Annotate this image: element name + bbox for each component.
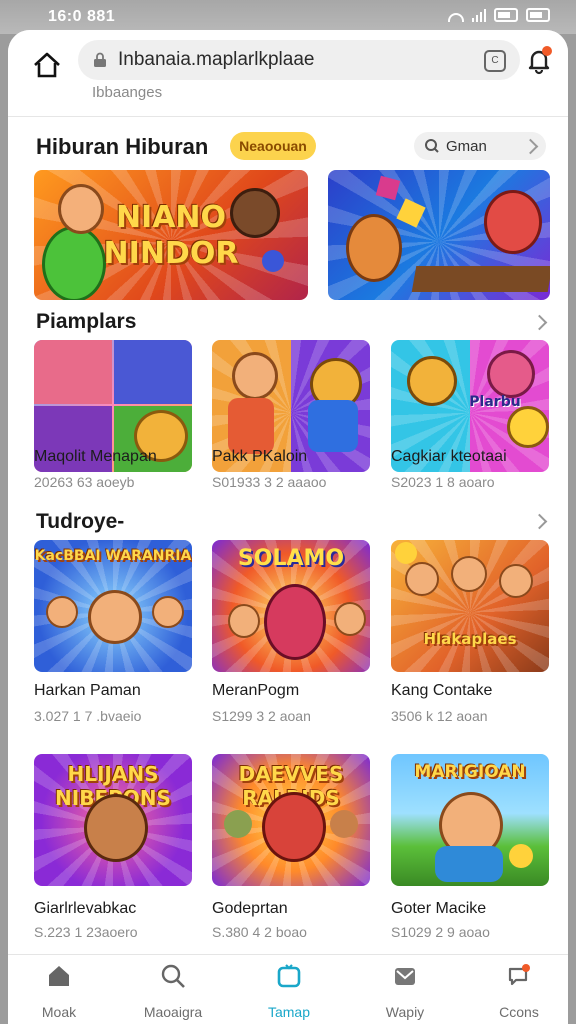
lock-icon <box>94 52 106 67</box>
search-icon <box>161 964 185 988</box>
game-card[interactable]: Hlakaplaes <box>391 540 549 672</box>
nav-label: Ccons <box>499 1004 539 1020</box>
featured-title: Hiburan Hiburan <box>36 134 209 159</box>
game-title: Kang Contake <box>391 682 493 699</box>
nav-search[interactable]: Maoaigra <box>128 963 218 1020</box>
tabs-button[interactable]: C <box>484 50 506 72</box>
character-image <box>484 190 542 254</box>
game-art: DAEVVES RALRIDS <box>212 754 370 886</box>
home-button[interactable] <box>30 48 64 82</box>
game-art: HLIJANS NIBEPONS <box>34 754 192 886</box>
game-logo: KacBBAI WARANRIA <box>34 548 192 564</box>
app-screen: Inbanaia.maplarlkplaae C Ibbaanges Hibur… <box>8 30 568 1024</box>
game-icon <box>277 964 301 988</box>
nav-games[interactable]: Tamap <box>244 963 334 1020</box>
game-meta: 20263 63 aoeyb <box>34 474 135 490</box>
game-logo: Hlakaplaes <box>423 630 517 648</box>
status-time: 16:0 881 <box>48 8 116 25</box>
character-image <box>346 214 402 282</box>
inbox-icon <box>395 968 415 985</box>
game-art: MARIGIOAN <box>391 754 549 886</box>
game-meta: 3.027 1 7 .bvaeio <box>34 708 142 724</box>
nav-label: Wapiy <box>385 1004 425 1020</box>
browser-toolbar: Inbanaia.maplarlkplaae C Ibbaanges <box>8 30 568 117</box>
game-card[interactable]: MARIGIOAN <box>391 754 549 886</box>
game-title: Godeprtan <box>212 900 288 917</box>
game-title: Cagkiar kteotaai <box>391 448 507 465</box>
table-image <box>411 266 550 292</box>
nav-label: Maoaigra <box>143 1004 203 1020</box>
status-bar: 16:0 881 <box>0 0 576 34</box>
game-logo: Plarbu <box>469 394 521 410</box>
nav-chat[interactable]: Ccons <box>474 963 564 1020</box>
game-meta: S1299 3 2 aoan <box>212 708 311 724</box>
featured-banner-2[interactable] <box>328 170 550 300</box>
nav-label: Tamap <box>267 1004 311 1020</box>
chevron-right-icon[interactable] <box>531 513 548 530</box>
game-meta: S.380 4 2 boao <box>212 924 307 940</box>
game-title: Maqolit Menapan <box>34 448 157 465</box>
game-card[interactable]: KacBBAI WARANRIA <box>34 540 192 672</box>
address-subtitle: Ibbaanges <box>92 84 163 101</box>
banner-art <box>328 170 550 300</box>
game-meta: S2023 1 8 aoaro <box>391 474 495 490</box>
game-title: Giarlrlevabkac <box>34 900 137 917</box>
game-title: Harkan Paman <box>34 682 141 699</box>
chevron-right-icon[interactable] <box>531 314 548 331</box>
game-meta: S01933 3 2 aaaoo <box>212 474 327 490</box>
see-all-label: Gman <box>446 137 487 155</box>
featured-banner-1[interactable]: NIANO NINDOR <box>34 170 308 300</box>
game-logo: MARIGIOAN <box>414 762 526 782</box>
battery-status-icon <box>526 8 550 22</box>
banner-art: NIANO NINDOR <box>34 170 308 300</box>
featured-see-all-button[interactable]: Gman <box>414 132 546 160</box>
status-icons <box>448 8 550 22</box>
game-art: Hlakaplaes <box>391 540 549 672</box>
game-title: MeranPogm <box>212 682 300 699</box>
section-title: Tudroye- <box>36 510 125 533</box>
game-card[interactable]: SOLAMO <box>212 540 370 672</box>
game-card[interactable]: HLIJANS NIBEPONS <box>34 754 192 886</box>
game-logo: SOLAMO <box>237 546 345 571</box>
search-icon <box>425 139 439 153</box>
game-art: SOLAMO <box>212 540 370 672</box>
game-title: Goter Macike <box>391 900 487 917</box>
chat-icon <box>508 964 530 986</box>
nav-label: Moak <box>41 1004 77 1020</box>
nav-home[interactable]: Moak <box>14 963 104 1020</box>
battery-icon <box>494 8 518 22</box>
game-art: KacBBAI WARANRIA <box>34 540 192 672</box>
wifi-icon <box>448 12 464 22</box>
chevron-right-icon <box>522 138 539 155</box>
notification-button[interactable] <box>524 46 554 76</box>
game-title: Pakk PKaloin <box>212 448 308 465</box>
featured-badge[interactable]: Neaoouan <box>230 132 316 160</box>
banner-logo: NIANO NINDOR <box>103 200 239 271</box>
signal-icon <box>472 8 486 22</box>
bottom-navigation: Moak Maoaigra Tamap Wapiy Ccons <box>8 954 568 1024</box>
game-meta: S1029 2 9 aoao <box>391 924 490 940</box>
nav-inbox[interactable]: Wapiy <box>360 963 450 1020</box>
game-card[interactable]: DAEVVES RALRIDS <box>212 754 370 886</box>
game-meta: S.223 1 23aoero <box>34 924 138 940</box>
address-bar[interactable]: Inbanaia.maplarlkplaae C <box>78 40 520 80</box>
url-text: Inbanaia.maplarlkplaae <box>118 49 315 70</box>
notification-dot <box>542 46 552 56</box>
section-title: Piamplars <box>36 310 137 333</box>
home-icon <box>49 966 69 986</box>
game-meta: 3506 k 12 aoan <box>391 708 488 724</box>
